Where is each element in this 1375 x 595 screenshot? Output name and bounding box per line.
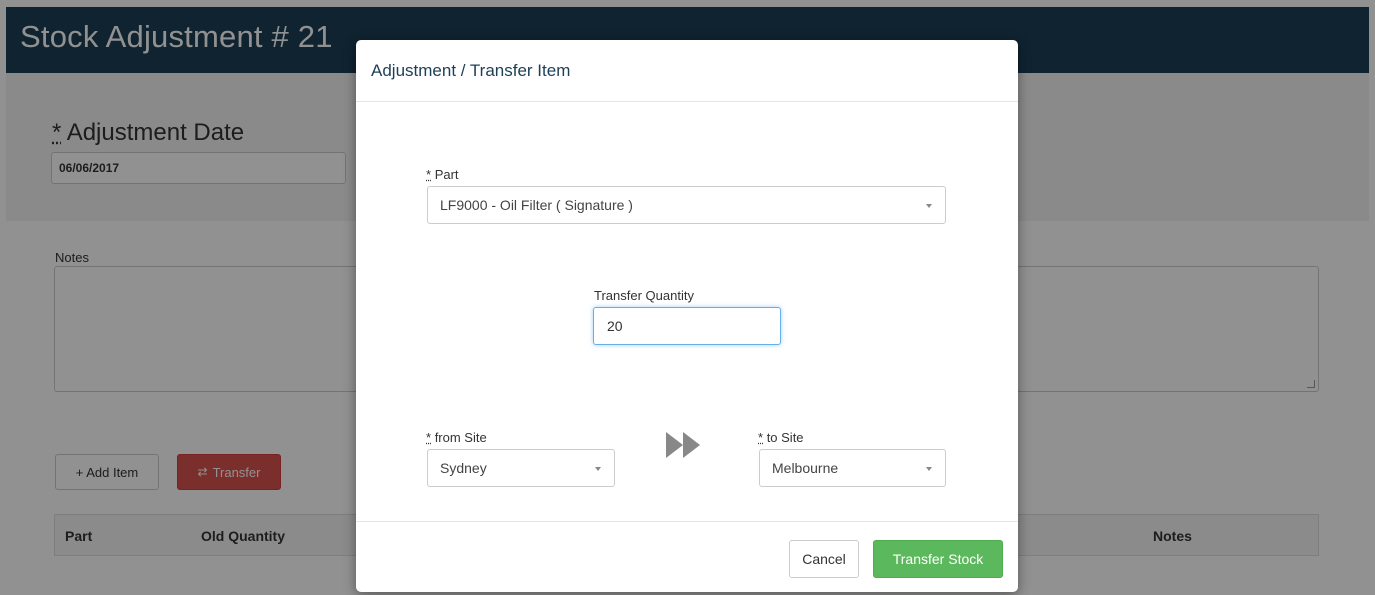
transfer-stock-button[interactable]: Transfer Stock	[873, 540, 1003, 578]
cancel-button[interactable]: Cancel	[789, 540, 859, 578]
modal-footer: Cancel Transfer Stock	[356, 521, 1018, 592]
required-marker: *	[426, 430, 432, 445]
part-select[interactable]: LF9000 - Oil Filter ( Signature )	[427, 186, 946, 224]
part-select-value: LF9000 - Oil Filter ( Signature )	[440, 197, 633, 213]
modal-title: Adjustment / Transfer Item	[371, 61, 571, 80]
to-site-label: * to Site	[758, 430, 804, 445]
part-label-text: Part	[434, 167, 459, 182]
transfer-modal: Adjustment / Transfer Item * Part LF9000…	[356, 40, 1018, 592]
modal-header: Adjustment / Transfer Item	[356, 40, 1018, 102]
to-site-label-text: to Site	[766, 430, 804, 445]
to-site-select[interactable]: Melbourne	[759, 449, 946, 487]
chevron-down-icon	[926, 204, 932, 208]
chevron-down-icon	[926, 467, 932, 471]
transfer-quantity-input[interactable]: 20	[593, 307, 781, 345]
from-site-value: Sydney	[440, 460, 487, 476]
transfer-quantity-label: Transfer Quantity	[594, 288, 694, 303]
from-site-select[interactable]: Sydney	[427, 449, 615, 487]
required-marker: *	[758, 430, 764, 445]
from-site-label-text: from Site	[434, 430, 487, 445]
part-label: * Part	[426, 167, 459, 182]
required-marker: *	[426, 167, 432, 182]
to-site-value: Melbourne	[772, 460, 839, 476]
double-arrow-right-icon	[666, 432, 700, 458]
chevron-down-icon	[595, 467, 601, 471]
from-site-label: * from Site	[426, 430, 487, 445]
